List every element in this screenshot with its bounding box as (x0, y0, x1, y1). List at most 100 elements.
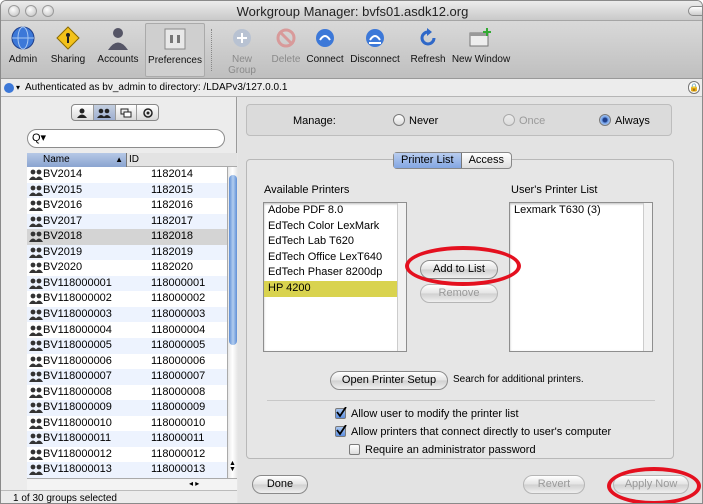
auth-status-text: Authenticated as bv_admin to directory: … (25, 82, 288, 93)
window-title: Workgroup Manager: bvfs01.asdk12.org (236, 4, 469, 19)
group-icon (29, 200, 43, 212)
accounts-label: Accounts (97, 54, 139, 65)
printer-item[interactable]: EdTech Lab T620 (264, 234, 397, 250)
user-list-scrollbar[interactable] (643, 203, 652, 351)
available-printers-label: Available Printers (264, 184, 350, 196)
open-printer-setup-button[interactable]: Open Printer Setup (330, 371, 448, 390)
id-column-label: ID (129, 154, 139, 165)
new-window-button[interactable]: New Window (451, 25, 511, 65)
group-name: BV118000002 (43, 292, 112, 305)
table-row[interactable]: BV118000001 118000001 (27, 275, 227, 292)
account-type-selector[interactable] (71, 104, 159, 121)
printer-item[interactable]: Adobe PDF 8.0 (264, 203, 397, 219)
lock-icon[interactable]: 🔒 (688, 81, 700, 94)
search-field[interactable]: Q▾ (27, 129, 225, 148)
scroll-arrows-icon[interactable]: ▲ ▼ (229, 460, 236, 473)
table-row[interactable]: BV118000007 118000007 (27, 369, 227, 385)
sharing-button[interactable]: Sharing (45, 25, 91, 65)
apply-now-highlight-ring (607, 467, 701, 503)
connect-icon (312, 25, 338, 51)
toolbar-separator (211, 29, 212, 71)
computer-groups-tab-icon[interactable] (137, 105, 158, 120)
printer-item[interactable]: EdTech Color LexMark (264, 219, 397, 235)
tab-access[interactable]: Access (462, 153, 511, 168)
manage-once-radio[interactable] (503, 114, 515, 126)
table-row[interactable]: BV2015 1182015 (27, 182, 227, 199)
connect-button[interactable]: Connect (305, 25, 345, 65)
table-row[interactable]: BV2016 1182016 (27, 198, 227, 214)
table-row[interactable]: BV118000006 118000006 (27, 354, 227, 370)
directory-globe-icon[interactable] (4, 83, 14, 93)
list-vertical-scrollbar[interactable]: ▲ ▼ (227, 167, 237, 479)
group-name: BV118000013 (43, 463, 112, 476)
manage-always-radio[interactable] (599, 114, 611, 126)
toolbar-toggle-button[interactable] (688, 6, 702, 16)
sort-ascending-icon: ▲ (115, 155, 123, 164)
workgroup-manager-window: Workgroup Manager: bvfs01.asdk12.org Adm… (0, 0, 703, 504)
preferences-button[interactable]: Preferences (145, 23, 205, 77)
refresh-label: Refresh (410, 54, 446, 65)
search-icon: Q▾ (32, 132, 47, 144)
table-row[interactable]: BV2020 1182020 (27, 260, 227, 276)
chevron-down-icon[interactable]: ▾ (16, 79, 20, 97)
tab-printer-list[interactable]: Printer List (394, 153, 462, 168)
manage-never-radio[interactable] (393, 114, 405, 126)
table-row[interactable]: BV118000005 118000005 (27, 338, 227, 354)
printer-item[interactable]: HP 4200 (264, 280, 397, 297)
computer-lists-tab-icon[interactable] (116, 105, 138, 120)
table-row[interactable]: BV118000012 118000012 (27, 447, 227, 463)
group-name: BV118000003 (43, 307, 112, 320)
table-row[interactable]: BV2014 1182014 (27, 167, 227, 183)
table-row[interactable]: BV118000013 118000013 (27, 462, 227, 478)
refresh-button[interactable]: Refresh (407, 25, 449, 65)
group-name: BV2017 (43, 214, 83, 227)
group-id: 1182019 (151, 245, 194, 258)
manage-never-label: Never (409, 115, 439, 127)
table-row[interactable]: BV118000004 118000004 (27, 323, 227, 339)
table-row[interactable]: BV2018 1182018 (27, 229, 227, 245)
group-icon (29, 402, 43, 414)
delete-button[interactable]: Delete (269, 25, 303, 65)
list-header: Name ▲ ID (27, 153, 237, 167)
group-icon (29, 418, 43, 429)
id-column-header[interactable]: ID (129, 153, 139, 167)
groups-tab-icon[interactable] (93, 105, 116, 120)
revert-button[interactable]: Revert (523, 475, 585, 494)
toolbar: Admin Sharing Accounts Preferences New G… (1, 21, 702, 79)
name-column-label: Name (43, 154, 70, 165)
scrollbar-thumb[interactable] (229, 175, 237, 345)
table-row[interactable]: BV118000002 118000002 (27, 291, 227, 307)
require-admin-checkbox[interactable] (349, 444, 360, 455)
users-printer-list[interactable]: Lexmark T630 (3) (509, 202, 653, 352)
name-column-header[interactable]: Name ▲ (27, 153, 127, 167)
group-id: 118000006 (151, 354, 206, 367)
available-list-scrollbar[interactable] (397, 203, 406, 351)
group-icon (29, 449, 43, 460)
table-row[interactable]: BV118000009 118000009 (27, 400, 227, 416)
new-window-label: New Window (451, 54, 511, 65)
table-row[interactable]: BV118000011 118000011 (27, 431, 227, 447)
printer-settings-panel: Printer List Access Available Printers U… (246, 152, 674, 459)
table-row[interactable]: BV118000008 118000008 (27, 385, 227, 401)
printer-item[interactable]: EdTech Office LexT640 (264, 250, 397, 266)
admin-label: Admin (8, 54, 38, 65)
printer-setup-hint: Search for additional printers. (453, 374, 584, 385)
users-tab-icon[interactable] (72, 105, 94, 120)
table-row[interactable]: BV118000010 118000010 (27, 416, 227, 432)
done-button[interactable]: Done (252, 475, 308, 494)
scroll-left-right-icon[interactable]: ◂ ▸ (189, 479, 199, 488)
admin-button[interactable]: Admin (3, 25, 43, 65)
disconnect-button[interactable]: Disconnect (347, 25, 403, 65)
table-row[interactable]: BV2019 1182019 (27, 244, 227, 261)
group-id: 118000008 (151, 385, 206, 398)
table-row[interactable]: BV2017 1182017 (27, 213, 227, 230)
table-row[interactable]: BV118000003 118000003 (27, 306, 227, 323)
available-printers-list[interactable]: Adobe PDF 8.0 EdTech Color LexMark EdTech … (263, 202, 407, 352)
printer-item[interactable]: EdTech Phaser 8200dp (264, 265, 397, 281)
accounts-button[interactable]: Accounts (93, 25, 143, 65)
new-group-button[interactable]: New Group (217, 25, 267, 76)
allow-direct-checkbox[interactable] (335, 425, 347, 437)
remove-button[interactable]: Remove (420, 284, 498, 303)
allow-modify-checkbox[interactable] (335, 407, 347, 419)
user-printer-item[interactable]: Lexmark T630 (3) (510, 203, 652, 219)
